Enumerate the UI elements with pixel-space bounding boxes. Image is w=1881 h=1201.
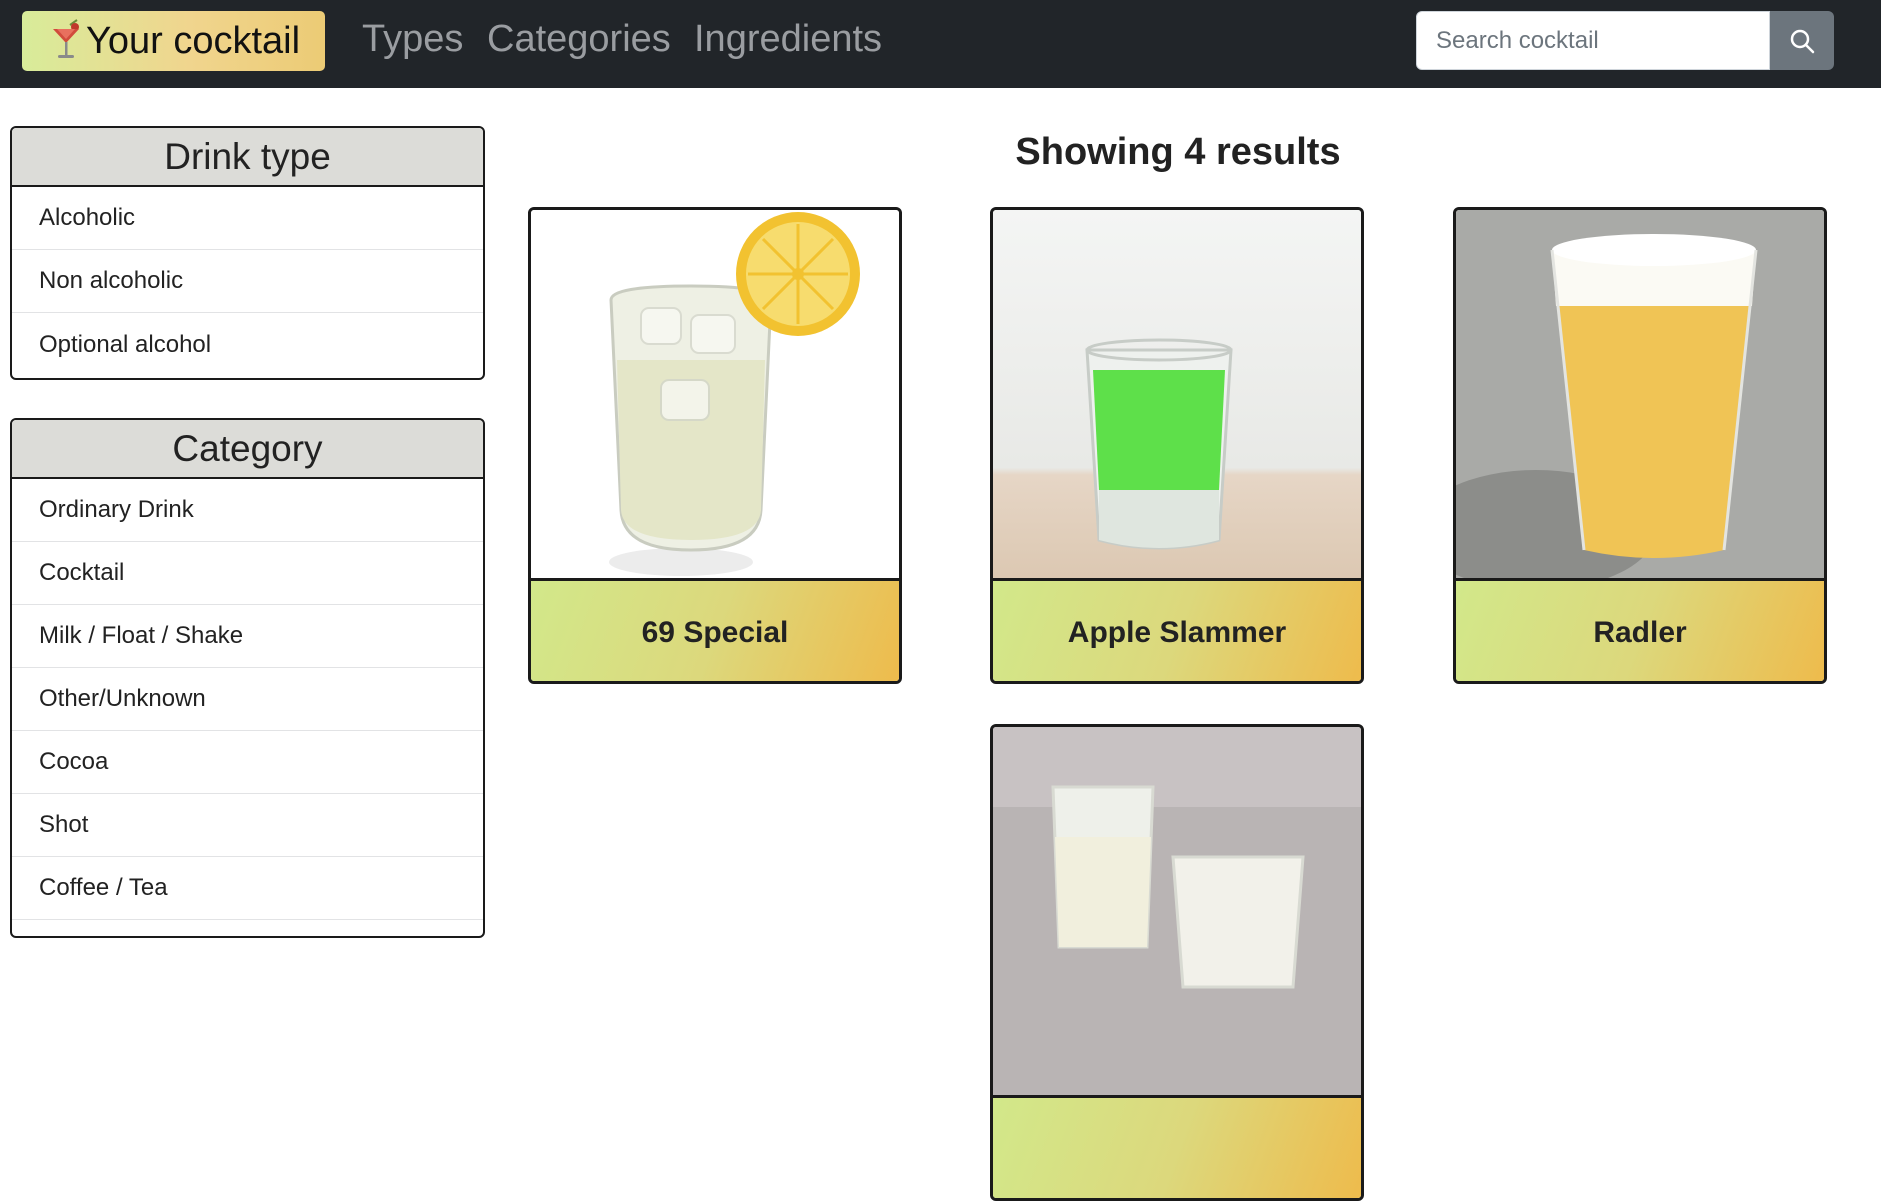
cocktail-card[interactable]: Apple Slammer: [990, 207, 1364, 684]
category-item-cocktail[interactable]: Cocktail: [12, 542, 483, 605]
cocktail-image-radler: [1456, 210, 1824, 578]
nav-link-types[interactable]: Types: [362, 18, 463, 61]
cocktail-glass-icon: [53, 19, 79, 58]
category-title: Category: [12, 420, 483, 479]
nav-link-ingredients[interactable]: Ingredients: [694, 18, 882, 61]
category-item-cocoa[interactable]: Cocoa: [12, 731, 483, 794]
category-item-ordinary-drink[interactable]: Ordinary Drink: [12, 479, 483, 542]
search-button[interactable]: [1770, 11, 1834, 70]
cocktail-image-69-special: [531, 210, 899, 578]
cocktail-image-apple-slammer: [993, 210, 1361, 578]
top-navbar: Your cocktail Types Categories Ingredien…: [0, 0, 1881, 88]
brand-link[interactable]: Your cocktail: [22, 11, 325, 71]
cocktail-card[interactable]: Radler: [1453, 207, 1827, 684]
category-panel: Category Ordinary Drink Cocktail Milk / …: [10, 418, 485, 938]
drink-type-panel: Drink type Alcoholic Non alcoholic Optio…: [10, 126, 485, 380]
category-item-milk-float-shake[interactable]: Milk / Float / Shake: [12, 605, 483, 668]
category-item-coffee-tea[interactable]: Coffee / Tea: [12, 857, 483, 920]
category-item-other-unknown[interactable]: Other/Unknown: [12, 668, 483, 731]
drink-type-title: Drink type: [12, 128, 483, 187]
category-item-shot[interactable]: Shot: [12, 794, 483, 857]
nav-link-categories[interactable]: Categories: [487, 18, 671, 61]
results-count-heading: Showing 4 results: [1015, 131, 1341, 173]
brand-title: Your cocktail: [86, 19, 301, 62]
cocktail-card[interactable]: 69 Special: [528, 207, 902, 684]
cocktail-card[interactable]: [990, 724, 1364, 1201]
cocktail-name: 69 Special: [531, 578, 899, 681]
cocktail-name: Radler: [1456, 578, 1824, 681]
cocktail-image: [993, 727, 1361, 1095]
drink-type-item-alcoholic[interactable]: Alcoholic: [12, 187, 483, 250]
search-form: [1416, 11, 1834, 70]
search-icon: [1790, 29, 1815, 53]
drink-type-item-non-alcoholic[interactable]: Non alcoholic: [12, 250, 483, 313]
drink-type-item-optional-alcohol[interactable]: Optional alcohol: [12, 313, 483, 376]
search-input[interactable]: [1416, 11, 1770, 70]
cocktail-name: [993, 1095, 1361, 1198]
cocktail-name: Apple Slammer: [993, 578, 1361, 681]
